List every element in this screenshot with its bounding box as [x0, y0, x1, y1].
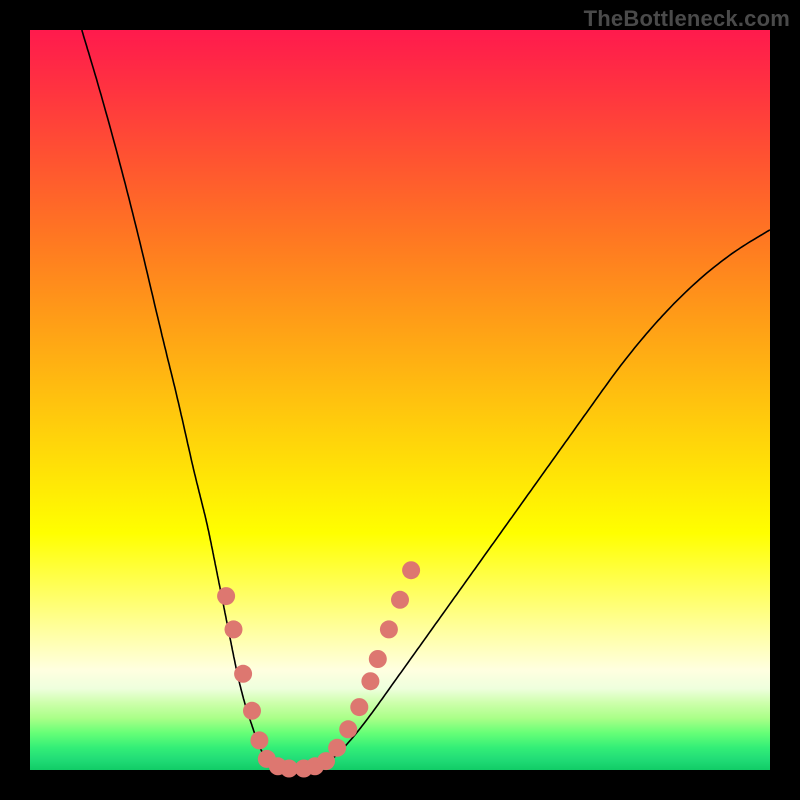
curve-marker [369, 650, 387, 668]
curve-marker [234, 665, 252, 683]
plot-area [30, 30, 770, 770]
bottleneck-curve [82, 30, 770, 769]
curve-marker [391, 591, 409, 609]
curve-marker [217, 587, 235, 605]
curve-marker [339, 720, 357, 738]
chart-frame: TheBottleneck.com [0, 0, 800, 800]
curve-marker [380, 620, 398, 638]
watermark-text: TheBottleneck.com [584, 6, 790, 32]
curve-marker [225, 620, 243, 638]
curve-marker [361, 672, 379, 690]
curve-marker [402, 561, 420, 579]
v-curve [82, 30, 770, 769]
curve-marker [250, 731, 268, 749]
curve-marker [350, 698, 368, 716]
curve-marker [328, 739, 346, 757]
marker-group [217, 561, 420, 777]
curve-layer [30, 30, 770, 770]
curve-marker [243, 702, 261, 720]
